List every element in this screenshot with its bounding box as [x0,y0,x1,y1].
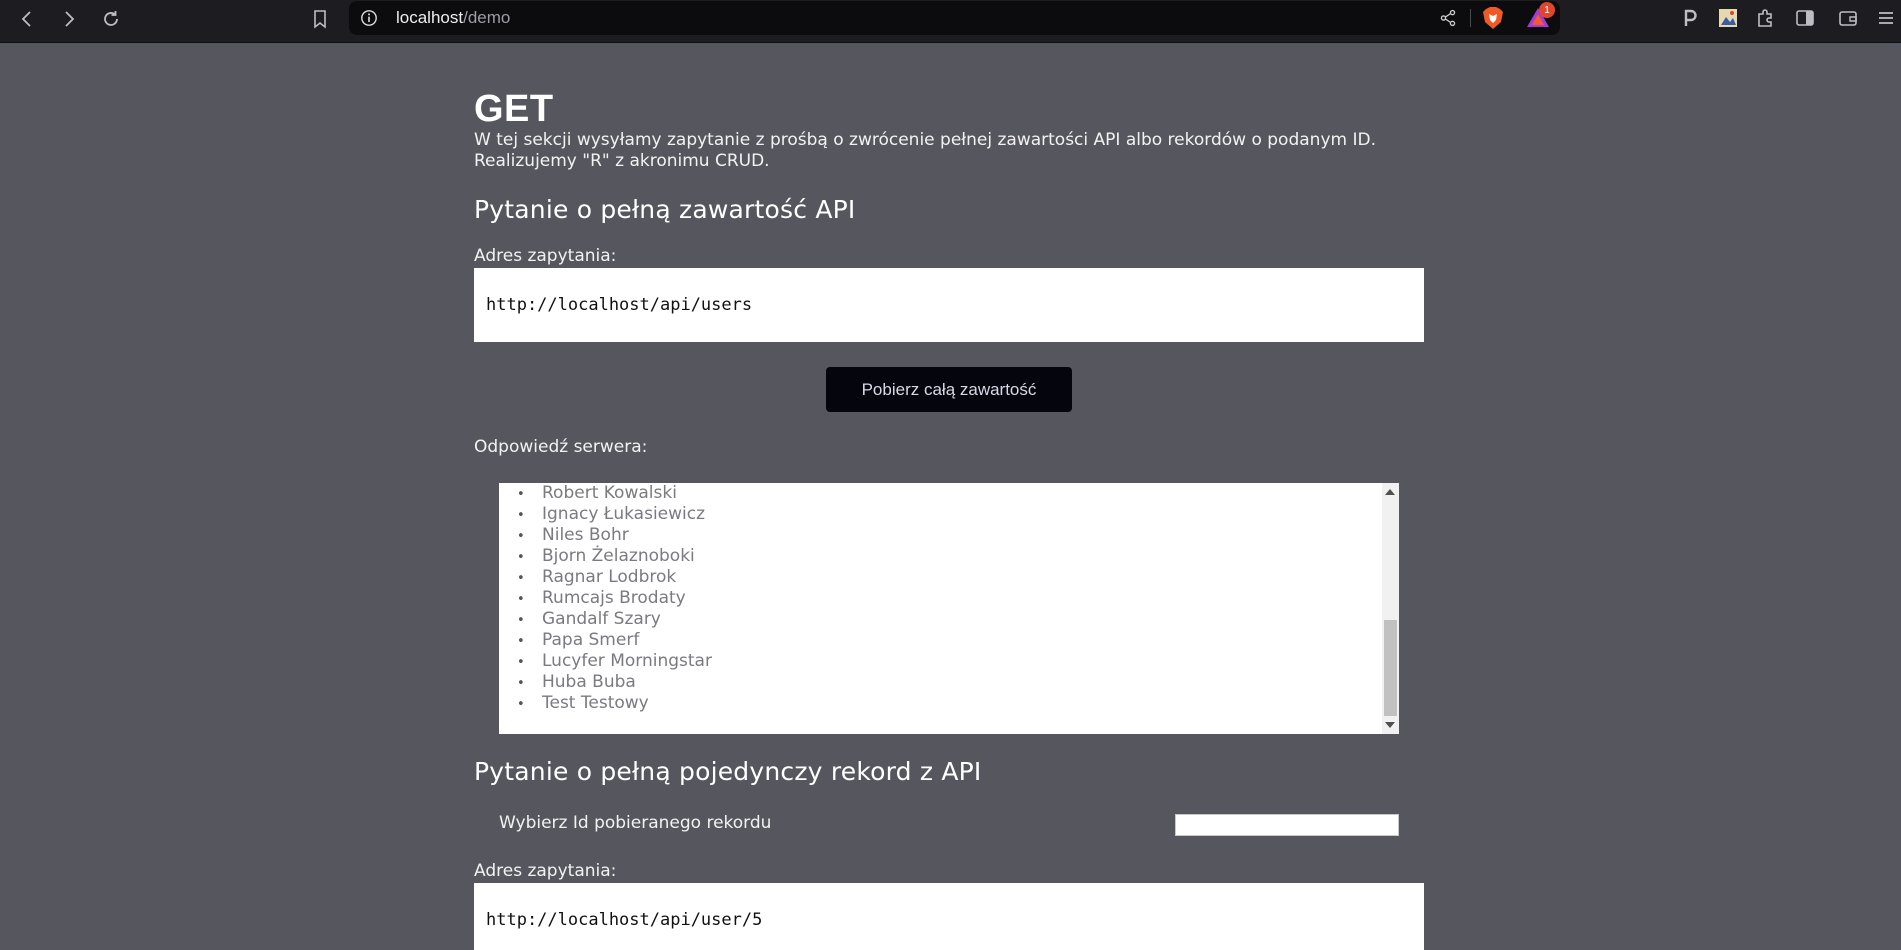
response-list: Robert Kowalski Ignacy Łukasiewicz Niles… [499,483,1383,714]
sidebar-icon[interactable] [1792,5,1818,31]
extensions-icon[interactable] [1752,5,1778,31]
reload-icon[interactable] [96,4,126,34]
list-item: Lucyfer Morningstar [517,651,1383,672]
record-id-input[interactable] [1175,814,1399,836]
share-icon[interactable] [1437,7,1459,29]
address-label: Adres zapytania: [474,246,617,266]
p-extension-icon[interactable] [1677,5,1703,31]
server-response-box[interactable]: Robert Kowalski Ignacy Łukasiewicz Niles… [499,483,1399,734]
brave-shields-icon[interactable] [1482,6,1504,30]
browser-toolbar: localhost/demo 1 [0,0,1901,43]
back-icon[interactable] [12,4,42,34]
list-item: Huba Buba [517,672,1383,693]
scroll-down-arrow-icon[interactable] [1385,722,1395,728]
list-item: Gandalf Szary [517,609,1383,630]
list-item: Ignacy Łukasiewicz [517,504,1383,525]
scroll-up-arrow-icon[interactable] [1385,489,1395,495]
address-bar[interactable]: localhost/demo 1 [349,1,1560,35]
fetch-all-button[interactable]: Pobierz całą zawartość [826,367,1072,412]
response-scrollbar[interactable] [1382,483,1399,734]
address-bar-divider [1470,9,1471,27]
image-extension-icon[interactable] [1715,5,1741,31]
single-request-address-box: http://localhost/api/user/5 [474,883,1424,950]
list-item: Bjorn Żelaznoboki [517,546,1383,567]
site-info-icon[interactable] [359,8,379,28]
rewards-badge: 1 [1539,2,1555,18]
bookmark-icon[interactable] [305,4,335,34]
list-item: Papa Smerf [517,630,1383,651]
intro-text: W tej sekcji wysyłamy zapytanie z prośbą… [474,130,1376,171]
single-address-label: Adres zapytania: [474,861,617,881]
list-item: Rumcajs Brodaty [517,588,1383,609]
url-host: localhost [396,8,464,27]
page-title: GET [474,88,554,130]
server-response-label: Odpowiedź serwera: [474,437,648,457]
section-single-title: Pytanie o pełną pojedynczy rekord z API [474,757,982,786]
list-item: Test Testowy [517,693,1383,714]
url-path: /demo [463,8,511,27]
scroll-thumb[interactable] [1384,620,1397,716]
list-item: Ragnar Lodbrok [517,567,1383,588]
list-item: Niles Bohr [517,525,1383,546]
wallet-icon[interactable] [1835,5,1861,31]
forward-icon[interactable] [54,4,84,34]
menu-icon[interactable] [1873,5,1899,31]
record-id-label: Wybierz Id pobieranego rekordu [499,813,772,833]
section-all-title: Pytanie o pełną zawartość API [474,195,856,224]
list-item: Robert Kowalski [517,483,1383,504]
url-text[interactable]: localhost/demo [396,8,510,28]
request-address-box: http://localhost/api/users [474,268,1424,342]
